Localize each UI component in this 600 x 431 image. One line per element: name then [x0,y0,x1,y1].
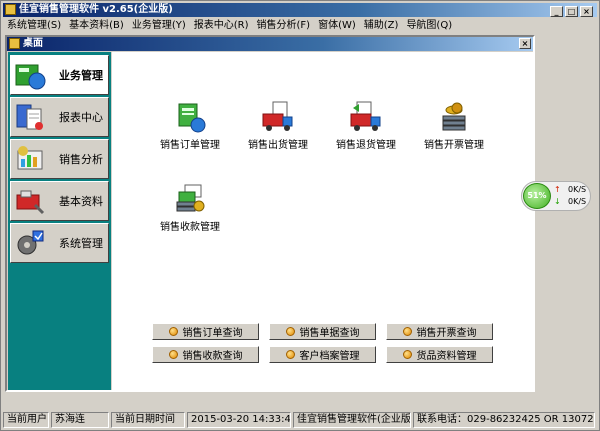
tile-label: 销售收款管理 [160,222,220,233]
quick-btn-invoice-query[interactable]: 销售开票查询 [386,323,493,340]
sidebar-item-system[interactable]: 系统管理 [10,223,109,263]
status-contact: 联系电话：029-86232425 OR 13072908445 [413,412,595,428]
tile-label: 销售退货管理 [336,140,396,151]
upload-rate: 0K/S [568,185,587,194]
bullet-icon [168,350,178,359]
tile-sales-return[interactable]: 销售退货管理 [326,100,406,160]
tile-sales-order[interactable]: 销售订单管理 [150,100,230,160]
business-icon [13,59,47,91]
sidebar-item-label: 销售分析 [59,153,103,166]
status-user-label: 当前用户 [3,412,49,428]
status-user: 苏海连 [51,412,109,428]
system-icon [13,227,47,259]
content-area: 销售订单管理 销售出货管理 销售退货管理 销售开票管理 销售收款管理 销售订单查… [112,52,533,390]
sidebar-item-label: 业务管理 [59,69,103,82]
bullet-icon [285,327,295,336]
minimize-button[interactable]: _ [550,6,563,17]
status-bar: 当前用户 苏海连 当前日期时间 2015-03-20 14:33:43 佳宜销售… [3,412,597,428]
desktop-window: 桌面 × 业务管理 报表中心 销售分析 基本资料 系统管理 销售订单管理 销售出… [5,35,535,392]
title-bar[interactable]: 佳宜销售管理软件 v2.65(企业版) _ □ × [3,3,597,17]
menu-window[interactable]: 窗体(W) [314,18,360,33]
desktop-icon [9,38,20,49]
status-app: 佳宜销售管理软件(企业版) [293,412,411,428]
delivery-truck-icon [261,100,295,134]
desktop-title: 桌面 [23,38,43,49]
bullet-icon [402,327,412,336]
tile-label: 销售订单管理 [160,140,220,151]
sidebar: 业务管理 报表中心 销售分析 基本资料 系统管理 [8,52,111,390]
menu-aux[interactable]: 辅助(Z) [360,18,403,33]
network-speed-widget[interactable]: 51% ↑ 0K/S ↓ 0K/S [521,181,591,211]
desktop-title-bar[interactable]: 桌面 × [7,37,533,51]
sidebar-item-label: 基本资料 [59,195,103,208]
basic-data-icon [13,185,47,217]
tile-sales-delivery[interactable]: 销售出货管理 [238,100,318,160]
download-arrow-icon: ↓ [554,197,561,206]
menu-report[interactable]: 报表中心(R) [190,18,253,33]
sidebar-item-label: 报表中心 [59,111,103,124]
maximize-button[interactable]: □ [565,6,578,17]
sidebar-item-report[interactable]: 报表中心 [10,97,109,137]
menu-navigation[interactable]: 导航图(Q) [402,18,456,33]
window-title: 佳宜销售管理软件 v2.65(企业版) [19,4,173,15]
desktop-close-button[interactable]: × [519,38,531,49]
bullet-icon [285,350,295,359]
main-window: 佳宜销售管理软件 v2.65(企业版) _ □ × 系统管理(S) 基本资料(B… [0,0,600,431]
bullet-icon [168,327,178,336]
menu-business[interactable]: 业务管理(Y) [128,18,190,33]
bullet-icon [402,350,412,359]
app-icon [5,4,16,15]
tile-sales-payment[interactable]: 销售收款管理 [150,182,230,242]
sidebar-item-business[interactable]: 业务管理 [10,55,109,95]
invoice-coins-icon [437,100,471,134]
menu-system[interactable]: 系统管理(S) [3,18,65,33]
tile-label: 销售出货管理 [248,140,308,151]
report-icon [13,101,47,133]
payment-icon [173,182,207,216]
quick-btn-product-data[interactable]: 货品资料管理 [386,346,493,363]
order-icon [173,100,207,134]
sidebar-item-analysis[interactable]: 销售分析 [10,139,109,179]
download-rate: 0K/S [568,197,587,206]
menu-bar: 系统管理(S) 基本资料(B) 业务管理(Y) 报表中心(R) 销售分析(F) … [3,18,597,33]
upload-arrow-icon: ↑ [554,185,561,194]
tile-label: 销售开票管理 [424,140,484,151]
return-truck-icon [349,100,383,134]
menu-analysis[interactable]: 销售分析(F) [253,18,315,33]
quick-btn-document-query[interactable]: 销售单据查询 [269,323,376,340]
tile-sales-invoice[interactable]: 销售开票管理 [414,100,494,160]
status-datetime: 2015-03-20 14:33:43 [187,412,291,428]
sidebar-item-label: 系统管理 [59,237,103,250]
status-date-label: 当前日期时间 [111,412,185,428]
network-usage-gauge: 51% [523,183,551,209]
quick-btn-payment-query[interactable]: 销售收款查询 [152,346,259,363]
sidebar-item-basic-data[interactable]: 基本资料 [10,181,109,221]
menu-basic-data[interactable]: 基本资料(B) [65,18,128,33]
analysis-icon [13,143,47,175]
quick-btn-order-query[interactable]: 销售订单查询 [152,323,259,340]
close-button[interactable]: × [580,6,593,17]
quick-btn-customer-file[interactable]: 客户档案管理 [269,346,376,363]
